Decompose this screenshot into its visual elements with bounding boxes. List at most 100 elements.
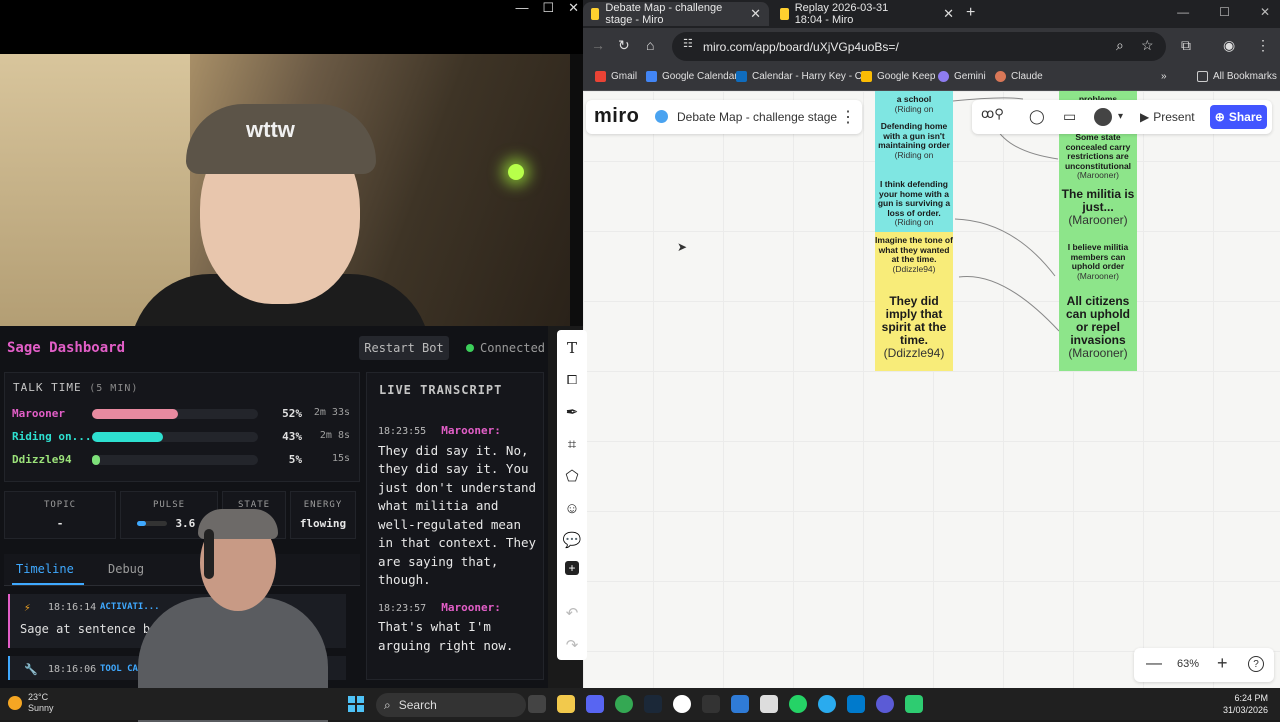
browser-menu-icon[interactable]: ⋮ [1256, 37, 1270, 54]
bookmark-gmail[interactable]: Gmail [595, 71, 637, 82]
add-tool-icon[interactable]: + [565, 561, 579, 575]
connection-status: Connected [466, 341, 545, 355]
minimize-icon[interactable]: — [515, 0, 528, 16]
shape-tool-icon[interactable]: ⬠ [561, 465, 583, 487]
bookmark-star-icon[interactable]: ☆ [1141, 37, 1154, 54]
app-icon[interactable] [876, 695, 894, 713]
forward-icon[interactable]: → [591, 37, 605, 53]
home-icon[interactable]: ⌂ [646, 37, 654, 53]
tab-close-icon[interactable]: ✕ [943, 6, 954, 22]
terminal-icon[interactable] [702, 695, 720, 713]
play-icon: ▶ [1140, 110, 1150, 124]
browser-tab-title: Replay 2026-03-31 18:04 - Miro [794, 2, 889, 26]
close-icon[interactable]: ✕ [1260, 5, 1270, 19]
zoom-out-icon[interactable]: — [1146, 655, 1162, 673]
bookmark-google-calendar[interactable]: Google Calendar [646, 71, 738, 82]
bookmark-google-keep[interactable]: Google Keep [861, 71, 935, 82]
file-explorer-icon[interactable] [557, 695, 575, 713]
bookmark-label: Claude [1011, 71, 1043, 82]
browser-tab-title: Debate Map - challenge stage - Miro [605, 2, 723, 26]
vscode-icon[interactable] [847, 695, 865, 713]
maximize-icon[interactable]: ☐ [542, 0, 554, 16]
sticky-note[interactable]: I believe militia members can uphold ord… [1059, 239, 1137, 291]
sticky-note[interactable]: Imagine the tone of what they wanted at … [875, 232, 953, 291]
undo-icon[interactable]: ↶ [561, 602, 583, 624]
sticky-note[interactable]: They did imply that spirit at the time.(… [875, 291, 953, 371]
talk-bar-fill [92, 432, 164, 442]
site-info-icon[interactable]: ☷ [683, 37, 693, 50]
telegram-icon[interactable] [818, 695, 836, 713]
sticky-note[interactable]: The militia is just... (Marooner) [1059, 184, 1137, 239]
miro-tool-column: T ⧠ ✒ ⌗ ⬠ ☺ 💬 + ↶ ↷ [557, 330, 587, 660]
notepad-icon[interactable] [760, 695, 778, 713]
comment-icon[interactable]: ◯ [1029, 108, 1045, 125]
taskbar-clock[interactable]: 6:24 PM 31/03/2026 [1223, 692, 1268, 716]
app-icon[interactable] [905, 695, 923, 713]
help-icon[interactable]: ? [1248, 656, 1264, 672]
tab-timeline[interactable]: Timeline [16, 562, 74, 576]
close-icon[interactable]: ✕ [568, 0, 579, 16]
chevron-down-icon[interactable]: ▾ [1118, 111, 1123, 122]
new-tab-icon[interactable]: + [966, 4, 975, 22]
more-bookmarks-icon[interactable]: » [1161, 71, 1167, 82]
talk-bar-track [92, 409, 258, 419]
chrome-icon[interactable] [615, 695, 633, 713]
cap-logo-text: wttw [246, 117, 295, 142]
profile-icon[interactable]: ◉ [1223, 37, 1235, 54]
sticky-note[interactable]: a school (Riding on [875, 91, 953, 118]
weather-widget[interactable]: 23°C Sunny [8, 692, 54, 714]
user-avatar[interactable] [1094, 108, 1112, 126]
url-text[interactable]: miro.com/app/board/uXjVGp4uoBs=/ [703, 40, 899, 54]
miro-logo[interactable]: miro [594, 105, 639, 128]
steam-icon[interactable] [644, 695, 662, 713]
talk-time-title: TALK TIME (5 MIN) [13, 381, 138, 394]
comment-tool-icon[interactable]: 💬 [561, 529, 583, 551]
windows-taskbar [0, 688, 1280, 720]
reactions-icon[interactable]: ꝏ⚲ [981, 107, 1004, 122]
zoom-search-icon[interactable]: ⌕ [1116, 37, 1124, 54]
reload-icon[interactable]: ↻ [618, 37, 630, 54]
bookmark-calendar-harry[interactable]: Calendar - Harry Key - O... [736, 71, 871, 82]
bookmark-label: Calendar - Harry Key - O... [752, 71, 871, 82]
extensions-icon[interactable]: ⧉ [1181, 37, 1191, 54]
bookmark-claude[interactable]: Claude [995, 71, 1043, 82]
present-button[interactable]: ▶ Present [1140, 106, 1202, 128]
sticky-note[interactable]: All citizens can uphold or repel invasio… [1059, 291, 1137, 371]
pen-tool-icon[interactable]: ✒ [561, 401, 583, 423]
tab-close-icon[interactable]: ✕ [750, 6, 761, 22]
clock-time: 6:24 PM [1234, 693, 1268, 703]
browser-tab-active[interactable]: Debate Map - challenge stage - Miro ✕ [583, 2, 769, 26]
talk-time-panel: TALK TIME (5 MIN) Marooner 52% 2m 33s Ridin… [4, 372, 360, 482]
zoom-in-icon[interactable]: + [1217, 653, 1228, 674]
minimize-icon[interactable]: — [1177, 5, 1189, 19]
weather-temp: 23°C [28, 692, 49, 702]
frame-tool-icon[interactable]: ⌗ [561, 433, 583, 455]
app-icon[interactable] [673, 695, 691, 713]
sticky-note[interactable]: Some state concealed carry restrictions … [1059, 129, 1137, 184]
zoom-level[interactable]: 63% [1177, 658, 1199, 670]
bookmark-gemini[interactable]: Gemini [938, 71, 986, 82]
sticky-note[interactable]: I think defending your home with a gun i… [875, 176, 953, 232]
restart-bot-button[interactable]: Restart Bot [359, 336, 449, 360]
maximize-icon[interactable]: ☐ [1219, 5, 1230, 19]
share-button[interactable]: ⊕ Share [1210, 105, 1267, 129]
whatsapp-icon[interactable] [789, 695, 807, 713]
board-menu-icon[interactable]: ⋮ [840, 107, 856, 127]
video-call-icon[interactable]: ▭ [1063, 108, 1076, 125]
app-icon[interactable] [731, 695, 749, 713]
shapes-tool-icon[interactable]: ⧠ [561, 369, 583, 391]
board-name[interactable]: Debate Map - challenge stage [677, 110, 837, 124]
task-view-icon[interactable] [528, 695, 546, 713]
sticker-tool-icon[interactable]: ☺ [561, 497, 583, 519]
sticky-text: They did imply that spirit at the time. [881, 294, 947, 347]
redo-icon[interactable]: ↷ [561, 634, 583, 656]
sticky-note[interactable]: Defending home with a gun isn't maintain… [875, 118, 953, 176]
browser-tab[interactable]: Replay 2026-03-31 18:04 - Miro ✕ [772, 2, 962, 26]
headset-icon [204, 529, 214, 579]
taskbar-search[interactable]: ⌕ Search [376, 693, 526, 717]
all-bookmarks[interactable]: All Bookmarks [1197, 71, 1277, 82]
text-tool-icon[interactable]: T [561, 337, 583, 359]
start-icon[interactable] [348, 696, 364, 712]
discord-icon[interactable] [586, 695, 604, 713]
sticky-column-left: a school (Riding on Defending home with a … [875, 91, 953, 371]
